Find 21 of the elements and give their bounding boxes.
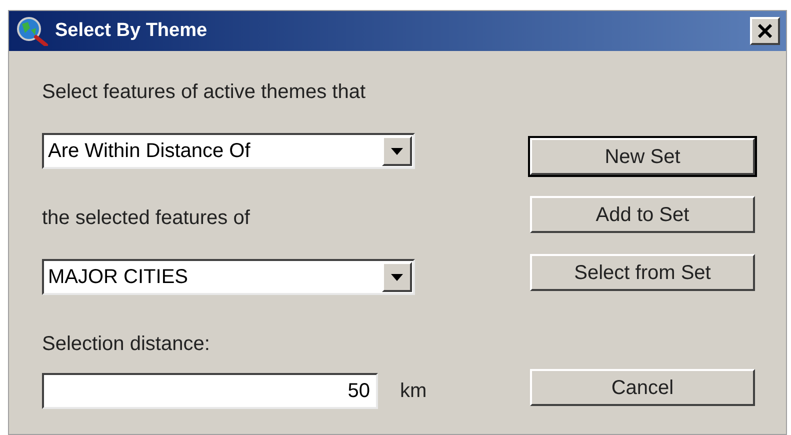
caret-icon xyxy=(391,148,403,154)
dialog-button[interactable]: New Set xyxy=(530,138,755,175)
source-label: the selected features of xyxy=(42,206,251,231)
globe-magnifier-icon xyxy=(15,16,49,46)
window-title: Select By Theme xyxy=(55,18,208,43)
caret-icon xyxy=(391,274,403,280)
dialog-button[interactable]: Cancel xyxy=(530,369,755,406)
selected-value: MAJOR CITIES xyxy=(47,265,190,290)
theme-dropdown[interactable]: MAJOR CITIES xyxy=(42,259,415,295)
dialog-button[interactable]: Select from Set xyxy=(530,254,755,291)
distance-field[interactable]: 50 xyxy=(42,373,378,409)
relation-dropdown[interactable]: Are Within Distance Of xyxy=(42,133,415,169)
dropdown-arrow-button[interactable] xyxy=(382,262,412,292)
prompt-label: Select features of active themes that xyxy=(42,80,367,105)
distance-label: Selection distance: xyxy=(42,332,211,357)
dialog-button[interactable]: Add to Set xyxy=(530,196,755,233)
unit-label: km xyxy=(400,379,427,404)
selected-value: Are Within Distance Of xyxy=(47,139,252,164)
close-icon xyxy=(758,24,772,38)
close-button[interactable] xyxy=(750,17,780,45)
dropdown-arrow-button[interactable] xyxy=(382,136,412,166)
